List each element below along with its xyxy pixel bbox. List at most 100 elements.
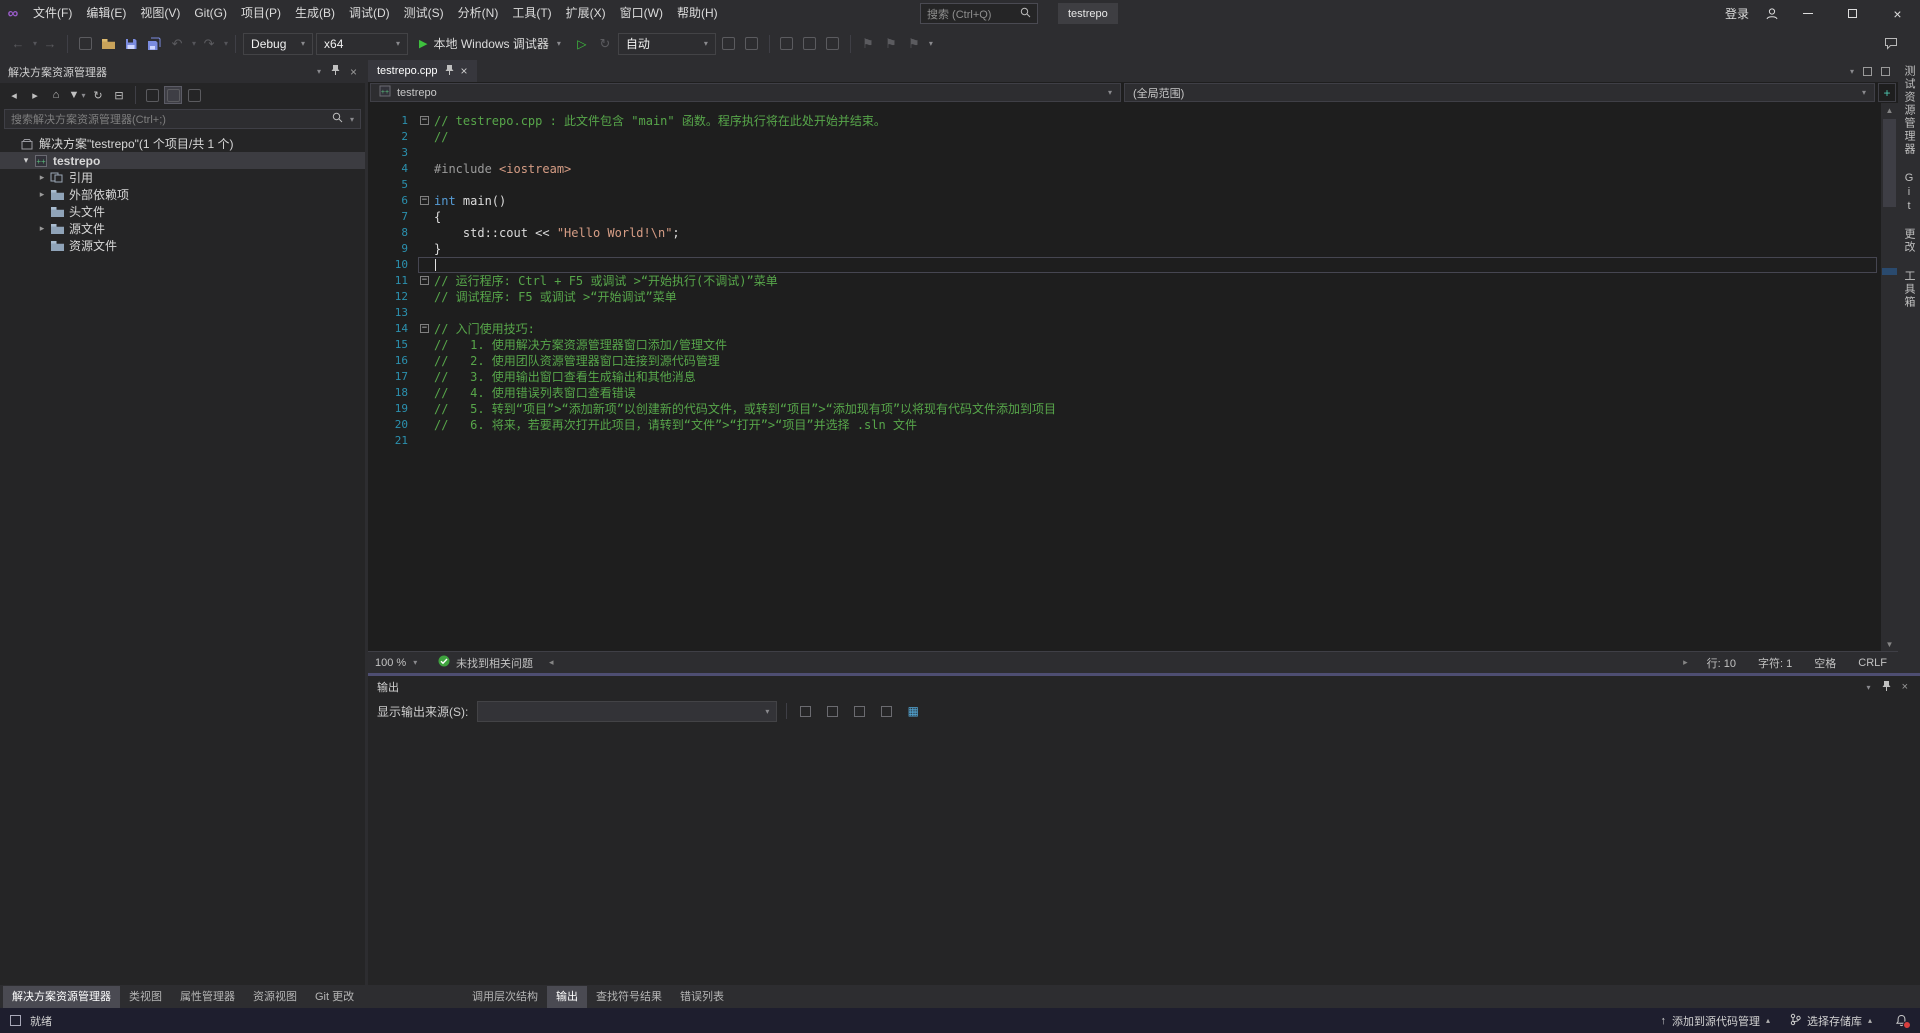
forward-icon[interactable]: ▸: [26, 86, 44, 104]
new-project-icon[interactable]: [75, 33, 95, 55]
clear-all-icon[interactable]: [877, 702, 895, 720]
code-editor[interactable]: 1−// testrepo.cpp : 此文件包含 "main" 函数。程序执行…: [368, 103, 1898, 651]
window-layout-icon[interactable]: [1881, 67, 1890, 76]
output-source-combo[interactable]: ▾: [477, 701, 777, 722]
menu-item[interactable]: Git(G): [187, 0, 234, 27]
hot-reload-icon[interactable]: ↻: [595, 33, 615, 55]
layout-icon[interactable]: [10, 1015, 21, 1026]
scroll-left-icon[interactable]: ◂: [545, 657, 558, 668]
notifications-bell-icon[interactable]: [1892, 1014, 1910, 1027]
add-to-source-control-button[interactable]: ↑ 添加到源代码管理 ▴: [1660, 1013, 1770, 1029]
menu-item[interactable]: 窗口(W): [613, 0, 670, 27]
panel-tab[interactable]: 类视图: [120, 986, 171, 1008]
menu-item[interactable]: 扩展(X): [559, 0, 613, 27]
autohide-tab[interactable]: Git 更改: [1901, 172, 1917, 254]
code-line[interactable]: 6−int main(): [368, 193, 1881, 209]
close-icon[interactable]: ×: [350, 65, 357, 79]
tree-item[interactable]: 解决方案"testrepo"(1 个项目/共 1 个): [0, 135, 365, 152]
minimize-button[interactable]: [1785, 0, 1830, 27]
maximize-button[interactable]: [1830, 0, 1875, 27]
code-line[interactable]: 2//: [368, 129, 1881, 145]
redo-icon[interactable]: ↷: [199, 33, 219, 55]
pin-icon[interactable]: [445, 64, 454, 79]
chevron-collapsed-icon[interactable]: ▸: [36, 172, 48, 183]
navigate-forward-icon[interactable]: →: [40, 33, 60, 55]
back-icon[interactable]: ◂: [5, 86, 23, 104]
fold-marker-icon[interactable]: −: [418, 321, 434, 337]
home-icon[interactable]: ⌂: [47, 86, 65, 104]
output-panel-header[interactable]: 输出 ▾ ×: [368, 676, 1920, 698]
code-line[interactable]: 3: [368, 145, 1881, 161]
code-line[interactable]: 15// 1. 使用解决方案资源管理器窗口添加/管理文件: [368, 337, 1881, 353]
menu-item[interactable]: 工具(T): [505, 0, 558, 27]
output-content[interactable]: [368, 724, 1920, 985]
fold-marker-icon[interactable]: −: [418, 193, 434, 209]
refresh-icon[interactable]: ↻: [89, 86, 107, 104]
code-line[interactable]: 8 std::cout << "Hello World!\n";: [368, 225, 1881, 241]
select-repository-button[interactable]: 选择存储库 ▴: [1790, 1013, 1872, 1029]
code-line[interactable]: 18// 4. 使用错误列表窗口查看错误: [368, 385, 1881, 401]
menu-item[interactable]: 帮助(H): [670, 0, 725, 27]
code-line[interactable]: 12// 调试程序: F5 或调试 >“开始调试”菜单: [368, 289, 1881, 305]
quick-search-box[interactable]: 搜索 (Ctrl+Q): [920, 3, 1038, 24]
redo-dropdown-icon[interactable]: ▾: [224, 39, 228, 48]
horizontal-scrollbar[interactable]: ◂ ▸: [545, 652, 1692, 673]
goto-next-message-icon[interactable]: [850, 702, 868, 720]
panel-tab[interactable]: 属性管理器: [171, 986, 244, 1008]
word-wrap-icon[interactable]: ▦: [904, 702, 922, 720]
configuration-combo[interactable]: Debug▾: [243, 33, 313, 55]
code-line[interactable]: 5: [368, 177, 1881, 193]
menu-item[interactable]: 测试(S): [397, 0, 451, 27]
code-line[interactable]: 9}: [368, 241, 1881, 257]
sign-in-button[interactable]: 登录: [1715, 5, 1759, 22]
code-health-indicator[interactable]: 未找到相关问题: [430, 655, 541, 671]
scrollbar-thumb[interactable]: [1883, 119, 1896, 207]
code-line[interactable]: 1−// testrepo.cpp : 此文件包含 "main" 函数。程序执行…: [368, 113, 1881, 129]
tree-item[interactable]: 头文件: [0, 203, 365, 220]
show-next-statement-icon[interactable]: [742, 33, 762, 55]
scroll-right-icon[interactable]: ▸: [1679, 657, 1692, 668]
step-out-icon[interactable]: [823, 33, 843, 55]
chevron-collapsed-icon[interactable]: ▸: [36, 189, 48, 200]
chevron-collapsed-icon[interactable]: ▸: [36, 223, 48, 234]
toolbar-overflow-icon[interactable]: ▾: [929, 39, 933, 48]
code-line[interactable]: 14−// 入门使用技巧:: [368, 321, 1881, 337]
menu-item[interactable]: 项目(P): [234, 0, 288, 27]
menu-item[interactable]: 编辑(E): [79, 0, 133, 27]
editor-tab[interactable]: testrepo.cpp ×: [368, 60, 477, 82]
menu-item[interactable]: 视图(V): [133, 0, 187, 27]
show-all-files-icon[interactable]: [143, 86, 161, 104]
platform-combo[interactable]: x64▾: [316, 33, 408, 55]
hot-reload-on-save-combo[interactable]: 自动▾: [618, 33, 716, 55]
scroll-down-icon[interactable]: ▼: [1881, 637, 1898, 651]
undo-dropdown-icon[interactable]: ▾: [192, 39, 196, 48]
code-line[interactable]: 13: [368, 305, 1881, 321]
menu-item[interactable]: 文件(F): [26, 0, 79, 27]
navigate-back-icon[interactable]: ←: [8, 33, 28, 55]
menu-item[interactable]: 生成(B): [288, 0, 342, 27]
menu-item[interactable]: 调试(D): [342, 0, 397, 27]
chevron-expanded-icon[interactable]: ▾: [20, 155, 32, 166]
panel-tab[interactable]: 输出: [547, 986, 587, 1008]
autohide-tab[interactable]: 测试资源管理器: [1901, 65, 1917, 156]
close-icon[interactable]: ×: [1902, 681, 1908, 693]
status-line[interactable]: 行: 10: [1696, 655, 1747, 671]
pin-icon[interactable]: [1882, 680, 1891, 695]
scope-dropdown[interactable]: (全局范围) ▾: [1124, 83, 1875, 102]
zoom-combo[interactable]: 100 %▾: [368, 652, 430, 673]
account-icon[interactable]: [1759, 7, 1785, 21]
undo-icon[interactable]: ↶: [167, 33, 187, 55]
split-window-icon[interactable]: [1863, 67, 1872, 76]
project-dropdown[interactable]: ++ testrepo ▾: [370, 83, 1121, 102]
panel-tab[interactable]: 资源视图: [244, 986, 306, 1008]
filter-icon[interactable]: ▼▾: [68, 86, 86, 104]
code-line[interactable]: 21: [368, 433, 1881, 449]
next-bookmark-icon[interactable]: ⚑: [904, 33, 924, 55]
code-line[interactable]: 16// 2. 使用团队资源管理器窗口连接到源代码管理: [368, 353, 1881, 369]
navigate-back-dropdown-icon[interactable]: ▾: [33, 39, 37, 48]
fold-marker-icon[interactable]: −: [418, 273, 434, 289]
panel-tab[interactable]: 查找符号结果: [587, 986, 671, 1008]
tree-item[interactable]: ▸源文件: [0, 220, 365, 237]
fold-marker-icon[interactable]: −: [418, 113, 434, 129]
code-line[interactable]: 10: [368, 257, 1881, 273]
